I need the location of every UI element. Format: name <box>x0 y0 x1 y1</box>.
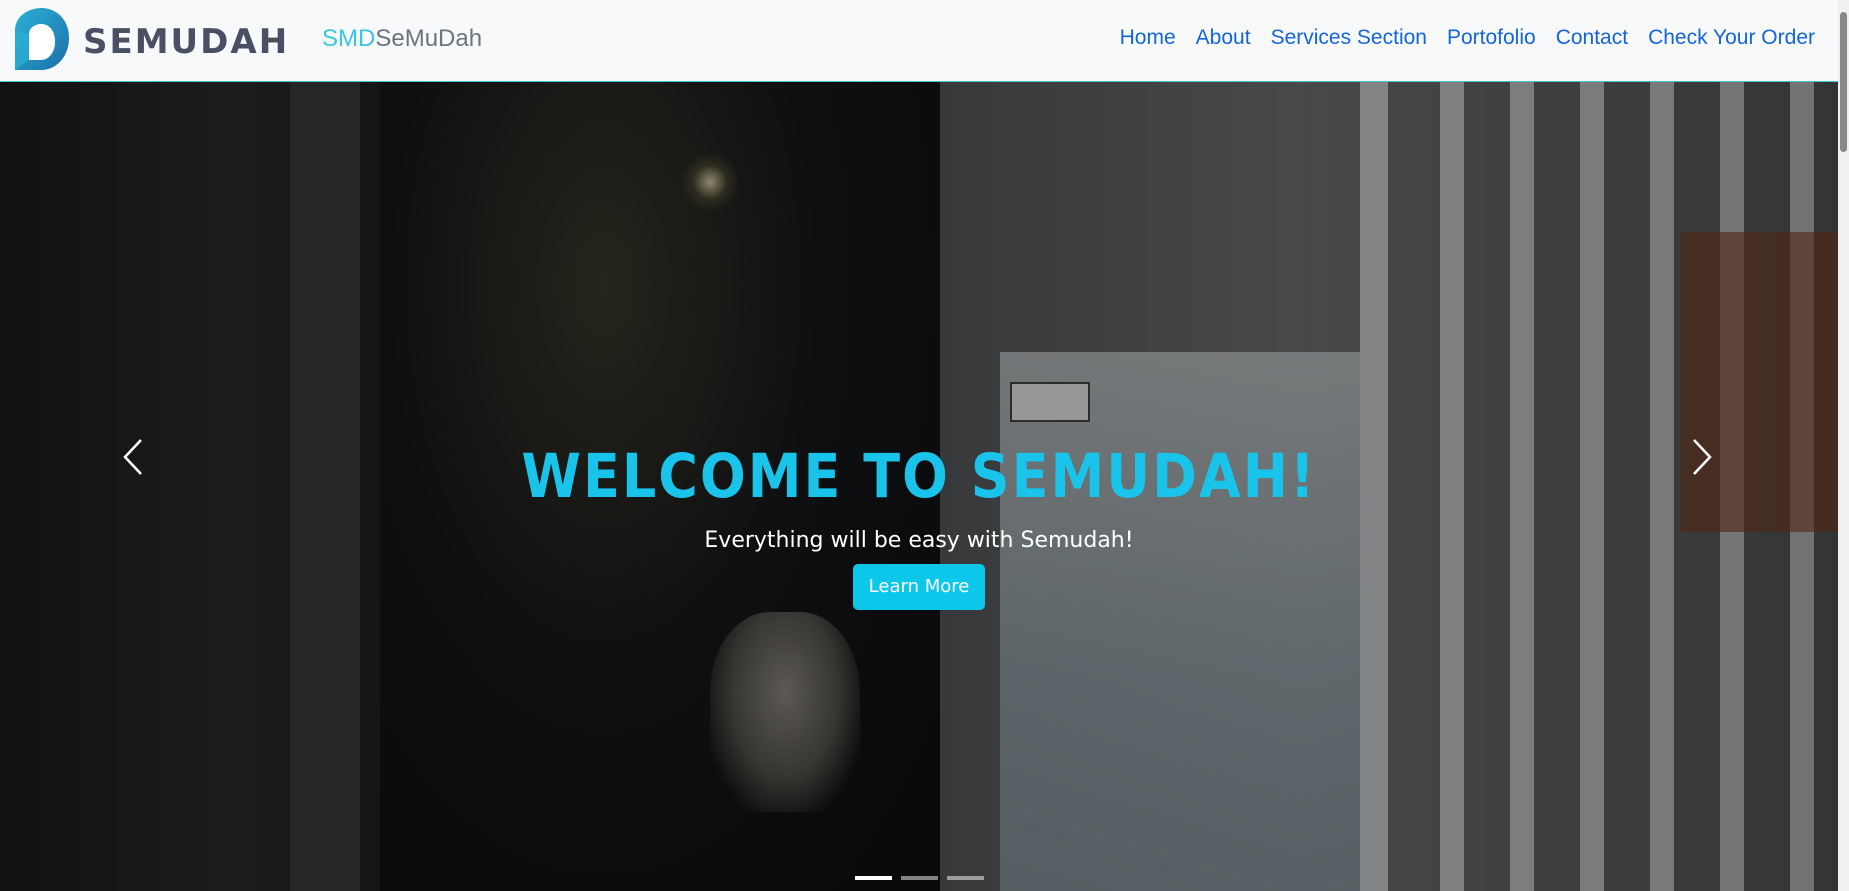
navbar: SEMUDAH SMDSeMuDah Home About Services S… <box>0 0 1838 82</box>
hero-subtitle: Everything will be easy with Semudah! <box>704 528 1134 553</box>
nav-link-about[interactable]: About <box>1186 24 1261 52</box>
nav-link-services[interactable]: Services Section <box>1261 24 1437 52</box>
nav-links: Home About Services Section Portofolio C… <box>1110 24 1825 52</box>
carousel-indicator-1[interactable] <box>854 876 892 880</box>
page-scrollbar[interactable] <box>1838 0 1849 891</box>
hero-title: WELCOME TO SEMUDAH! <box>521 441 1317 512</box>
semudah-logo[interactable]: SEMUDAH <box>11 8 287 72</box>
nav-link-portfolio[interactable]: Portofolio <box>1437 24 1546 52</box>
hero-caption: WELCOME TO SEMUDAH! Everything will be e… <box>0 442 1838 610</box>
hero-carousel: WELCOME TO SEMUDAH! Everything will be e… <box>0 82 1838 891</box>
nav-link-contact[interactable]: Contact <box>1546 24 1638 52</box>
scrollbar-thumb[interactable] <box>1840 12 1847 152</box>
carousel-indicators <box>0 876 1838 880</box>
logo-mark-icon <box>15 8 69 70</box>
brand-name[interactable]: SMDSeMuDah <box>322 24 482 54</box>
carousel-indicator-2[interactable] <box>900 876 938 880</box>
learn-more-button[interactable]: Learn More <box>852 564 986 610</box>
brand-rest: SeMuDah <box>375 25 483 52</box>
nav-link-check-order[interactable]: Check Your Order <box>1638 24 1825 52</box>
carousel-indicator-3[interactable] <box>946 876 984 880</box>
nav-link-home[interactable]: Home <box>1110 24 1186 52</box>
logo-text: SEMUDAH <box>83 22 290 62</box>
brand-accent: SMD <box>322 25 376 52</box>
